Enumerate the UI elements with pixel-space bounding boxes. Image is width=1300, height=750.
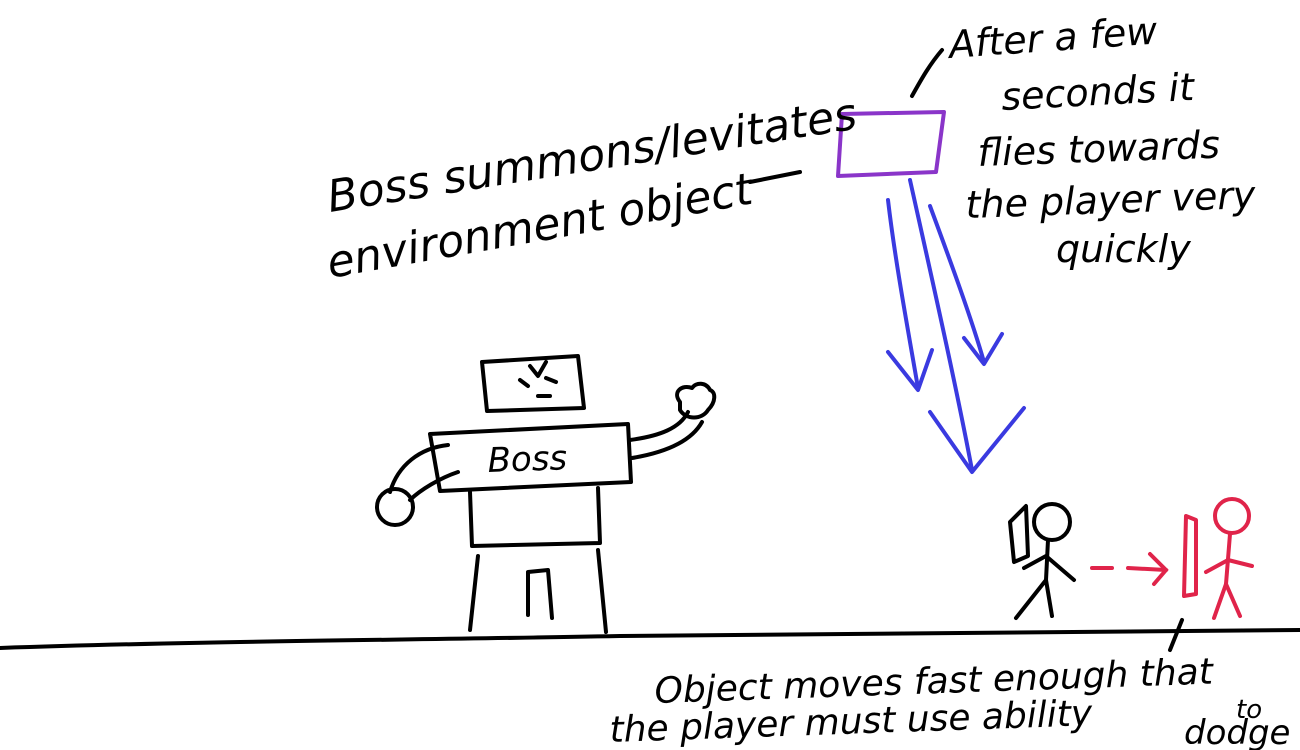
trajectory-arrow-left-head bbox=[886, 348, 934, 392]
boss-eye-right bbox=[544, 376, 558, 384]
dodged-player-figure bbox=[1182, 497, 1254, 620]
sketch-svg: Boss summons/levitates environment objec… bbox=[0, 8, 1300, 750]
boss-head bbox=[480, 354, 586, 413]
annotation-after-line5: quickly bbox=[1056, 227, 1191, 271]
player-arms bbox=[1022, 554, 1076, 582]
leader-line-after bbox=[910, 48, 944, 98]
boss-robot bbox=[375, 354, 717, 634]
leader-line-dodge bbox=[1168, 618, 1184, 652]
boss-chest-label: Boss bbox=[487, 438, 568, 481]
boss-body bbox=[468, 486, 602, 548]
annotation-after-line2: seconds it bbox=[1000, 65, 1197, 119]
player-head bbox=[1032, 502, 1072, 542]
ground-line bbox=[0, 628, 1300, 650]
dodge-arrow-dash-2 bbox=[1126, 566, 1168, 572]
annotation-after-line4: the player very bbox=[965, 173, 1257, 227]
boss-fist-left bbox=[375, 487, 415, 527]
dodged-player-head bbox=[1213, 497, 1251, 535]
boss-crotch bbox=[526, 568, 554, 620]
trajectory-arrow-center-head bbox=[928, 406, 1026, 474]
trajectory-arrow-right bbox=[928, 204, 986, 364]
annotation-after-line3: flies towards bbox=[977, 123, 1221, 175]
dodge-arrow bbox=[1090, 552, 1169, 586]
boss-fist-right bbox=[675, 381, 717, 420]
boss-eye-left bbox=[518, 378, 530, 388]
leader-line-boss bbox=[748, 170, 802, 184]
boss-leg-right bbox=[596, 548, 608, 634]
dodged-player-legs bbox=[1212, 582, 1242, 620]
annotation-object-moves-dodge: dodge bbox=[1184, 713, 1290, 750]
player-shield bbox=[1008, 504, 1030, 564]
annotation-after-line1: After a few bbox=[945, 8, 1160, 67]
trajectory-arrow-right-head bbox=[962, 332, 1004, 366]
dodged-player-shield bbox=[1182, 514, 1198, 598]
sketch-canvas: Boss summons/levitates environment objec… bbox=[0, 0, 1300, 750]
boss-eyebrow-v bbox=[528, 360, 548, 378]
boss-leg-left bbox=[468, 554, 480, 632]
player-figure bbox=[1008, 502, 1076, 620]
player-legs bbox=[1014, 578, 1054, 620]
